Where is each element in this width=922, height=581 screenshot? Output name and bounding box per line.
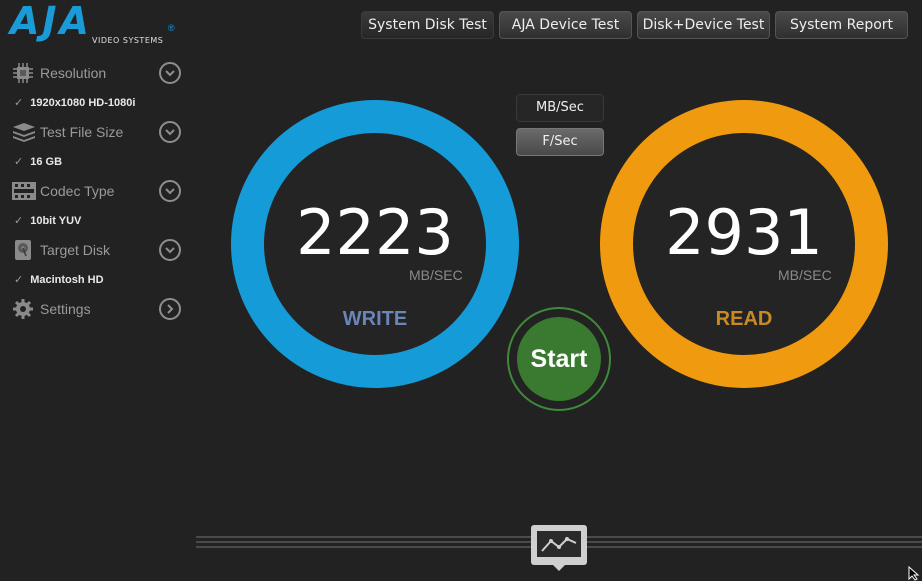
tab-system-disk-test[interactable]: System Disk Test [361,11,494,39]
checkmark-icon: ✓ [14,215,24,227]
read-speed-unit: MB/SEC [778,267,832,283]
sidebar-item-label: Codec Type [40,183,115,199]
resolution-value: ✓ 1920x1080 HD-1080i [14,96,135,109]
checkmark-icon: ✓ [14,97,24,109]
mb-per-sec-button[interactable]: MB/Sec [516,94,604,122]
chevron-down-icon[interactable] [159,239,181,261]
mouse-cursor-icon [908,566,920,581]
hard-disk-icon [12,239,34,261]
sidebar-item-resolution[interactable]: Resolution [12,62,182,84]
checkmark-icon: ✓ [14,156,24,168]
target-disk-value-text: Macintosh HD [30,274,104,286]
tab-aja-device-test[interactable]: AJA Device Test [499,11,632,39]
read-label: READ [715,308,773,330]
sidebar-item-codec-type[interactable]: Codec Type [12,180,182,202]
line-graph-icon [537,531,581,557]
read-gauge: 2931 MB/SEC READ [600,100,888,388]
sidebar-item-label: Resolution [40,65,107,81]
sidebar-item-target-disk[interactable]: Target Disk [12,239,182,261]
logo-subtitle: VIDEO SYSTEMS [92,36,164,45]
tab-system-report[interactable]: System Report [775,11,908,39]
write-gauge: 2223 MB/SEC WRITE [231,100,519,388]
chevron-right-icon[interactable] [159,298,181,320]
chevron-down-icon[interactable] [159,121,181,143]
logo-registered-mark: ® [168,23,175,33]
aja-logo: AJA ® VIDEO SYSTEMS [10,0,175,47]
logo-letters: AJA [10,0,92,43]
chevron-down-icon[interactable] [159,62,181,84]
write-speed-unit: MB/SEC [409,267,463,283]
sidebar-item-label: Target Disk [40,242,111,258]
sidebar-item-test-file-size[interactable]: Test File Size [12,121,182,143]
checkmark-icon: ✓ [14,274,24,286]
sidebar-item-label: Settings [40,301,91,317]
write-label: WRITE [342,308,408,330]
frames-per-sec-button[interactable]: F/Sec [516,128,604,156]
codec-type-value: ✓ 10bit YUV [14,214,81,227]
resolution-value-text: 1920x1080 HD-1080i [30,97,136,109]
sidebar-item-label: Test File Size [40,124,124,140]
start-button-ring: Start [507,307,611,411]
film-strip-icon [12,180,36,202]
test-file-size-value: ✓ 16 GB [14,155,62,168]
write-speed-value: 2223 [296,196,454,269]
gear-icon [12,298,34,320]
codec-type-value-text: 10bit YUV [30,215,82,227]
graph-button-pointer [553,565,565,571]
test-file-size-value-text: 16 GB [30,156,63,168]
graph-toggle-button[interactable] [531,525,587,571]
tab-disk-device-test[interactable]: Disk+Device Test [637,11,770,39]
chevron-down-icon[interactable] [159,180,181,202]
read-speed-value: 2931 [665,196,823,269]
start-button[interactable]: Start [517,317,601,401]
stack-icon [12,121,35,143]
sidebar-item-settings[interactable]: Settings [12,298,182,320]
target-disk-value: ✓ Macintosh HD [14,273,104,286]
chip-icon [12,62,34,84]
